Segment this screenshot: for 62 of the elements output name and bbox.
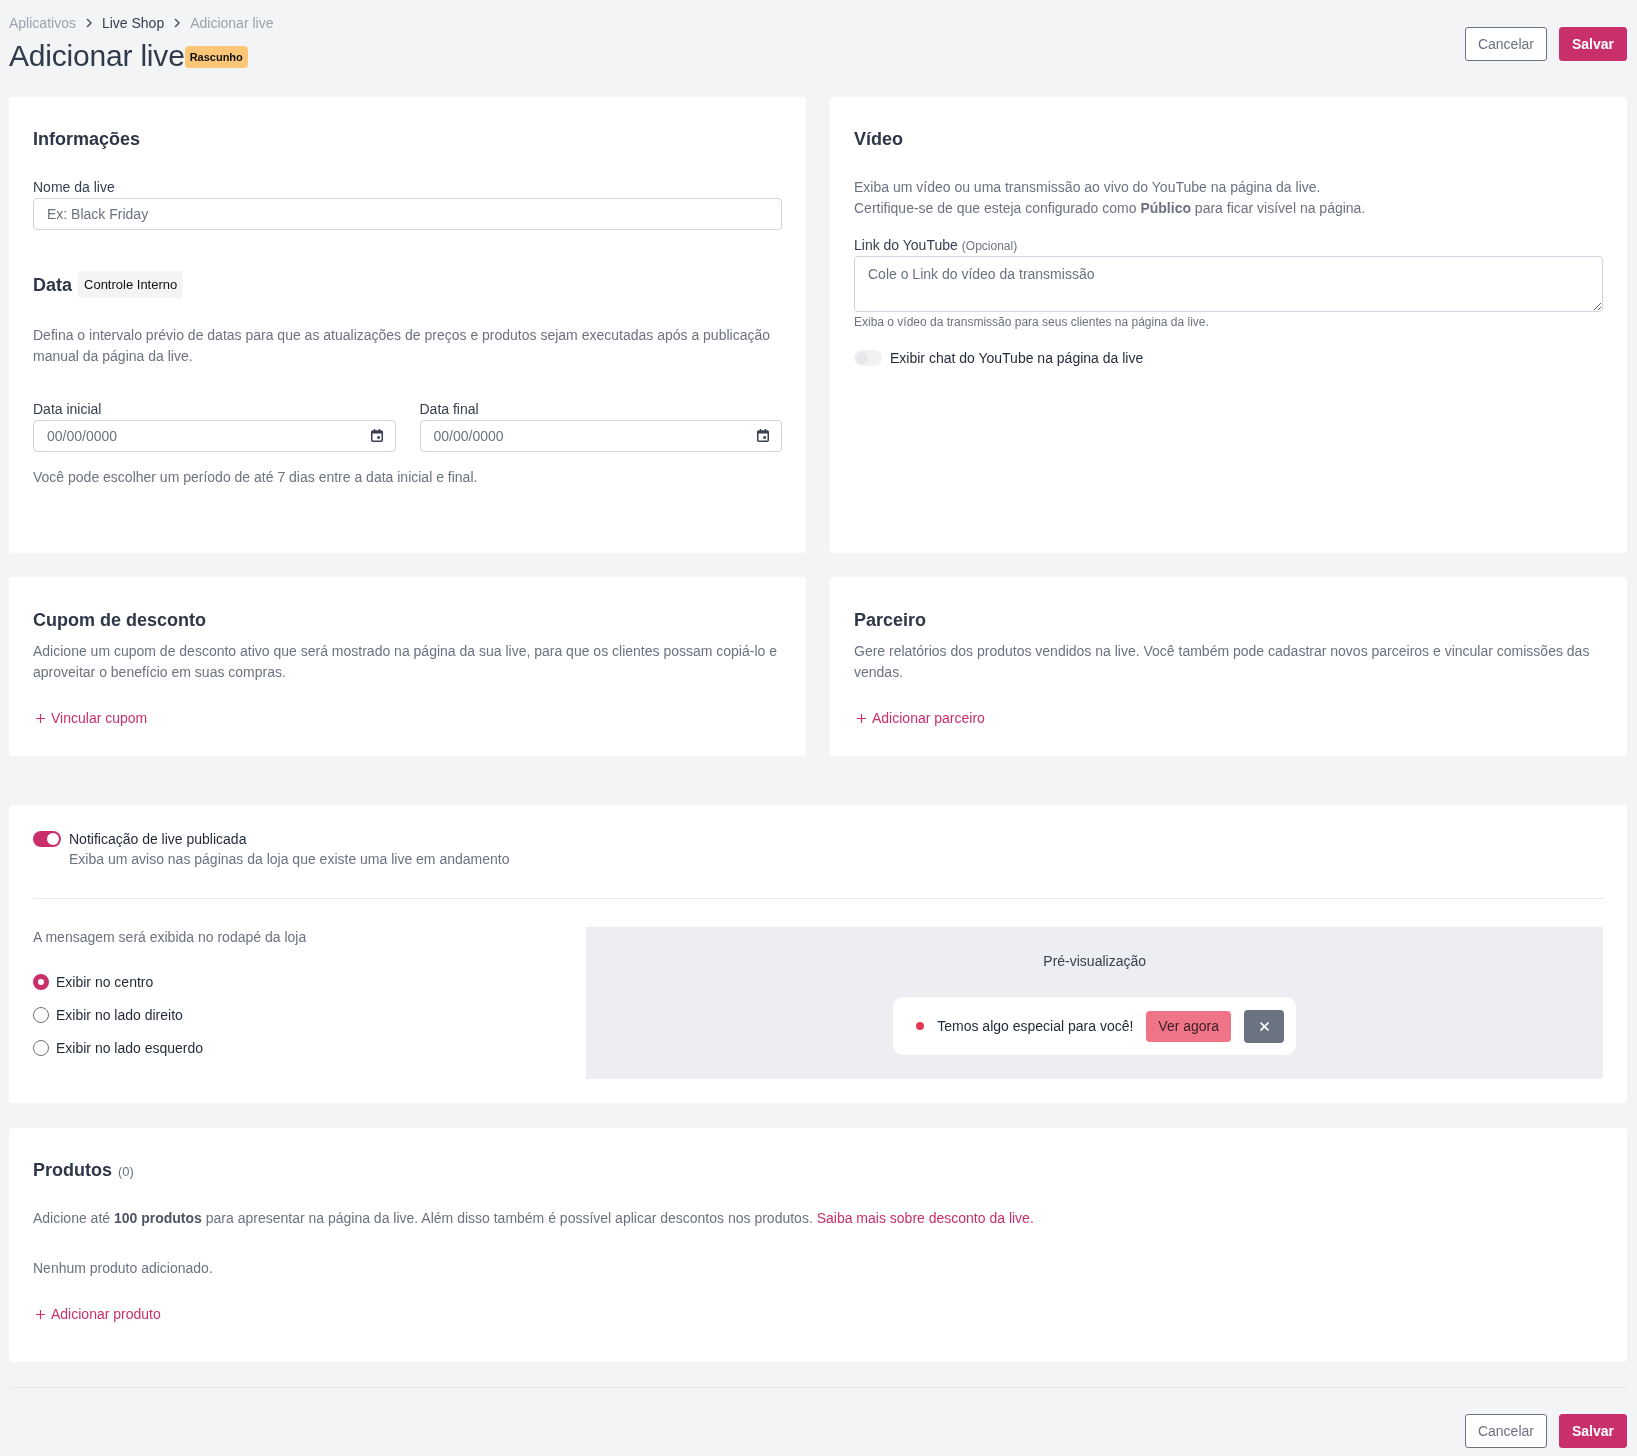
section-description: Defina o intervalo prévio de datas para que as atualizações de preços e produtos sejam executadas após a publicação manual da página da live. [33, 326, 772, 366]
plus-icon [36, 713, 45, 723]
close-button[interactable] [1244, 1009, 1285, 1043]
toggle-switch[interactable] [33, 831, 61, 847]
see-now-button[interactable]: Ver agora [1146, 1010, 1232, 1042]
empty-message: Nenhum produto adicionado. [33, 1259, 214, 1278]
breadcrumb-link[interactable]: Live Shop [101, 13, 165, 33]
date-field[interactable]: 00/00/0000 [419, 420, 782, 452]
radio-label[interactable]: Exibir no lado direito [56, 1005, 183, 1025]
coupon-link[interactable]: Vincular cupom [33, 708, 148, 728]
toggle-label: Notificação de live publicada [69, 831, 247, 847]
field-label: Link do YouTube [854, 236, 958, 255]
radio-button[interactable] [33, 1007, 49, 1023]
date-field[interactable]: 00/00/0000 [33, 420, 396, 452]
field-hint: Você pode escolher um período de até 7 dias entre a data inicial e final. [33, 468, 479, 487]
toggle-switch[interactable] [854, 350, 882, 366]
learn-more-link[interactable]: Saiba mais sobre desconto da live. [816, 1210, 1034, 1226]
field-hint: Exiba o vídeo da transmissão para seus clientes na página da live. [854, 314, 1210, 330]
toggle-description: Exiba um aviso nas páginas da loja que existe uma live em andamento [69, 850, 510, 869]
radio-label[interactable]: Exibir no centro [56, 972, 154, 992]
chevron-right-icon [84, 18, 93, 28]
banner-message: Temos algo especial para você! [937, 1018, 1134, 1034]
toggle-label: Exibir chat do YouTube na página da live [890, 349, 1144, 368]
radio-label[interactable]: Exibir no lado esquerdo [56, 1038, 204, 1058]
card-title: Vídeo [854, 128, 904, 151]
add-partner-link[interactable]: Adicionar parceiro [854, 708, 985, 728]
card-title: Informações [33, 128, 142, 151]
plus-icon [857, 713, 866, 723]
save-button[interactable]: Salvar [1558, 1414, 1627, 1448]
field-label: Nome da live [33, 178, 116, 197]
calendar-icon[interactable] [370, 429, 383, 442]
link-field[interactable]: Cole o Link do vídeo da transmissão [854, 256, 1603, 312]
card-description: Exiba um vídeo ou uma transmissão ao vivo do YouTube na página da live. [854, 178, 1322, 197]
radio-button[interactable] [33, 974, 49, 990]
preview-title: Pré-visualização [1042, 952, 1147, 971]
close-icon [1259, 1021, 1269, 1031]
card-description: Certifique-se de que esteja configurado como Público para ficar visível na página. [854, 199, 1367, 218]
status-dot-icon [916, 1022, 925, 1030]
optional-note: (Opcional) [961, 239, 1018, 253]
section-title: Data [33, 273, 72, 297]
radio-button[interactable] [33, 1040, 49, 1056]
position-label: A mensagem será exibida no rodapé da loja [33, 928, 308, 947]
status-badge: Rascunho [184, 46, 248, 68]
product-count: (0) [118, 1163, 134, 1179]
save-button[interactable]: Salvar [1558, 27, 1627, 61]
field-label: Data inicial [33, 400, 103, 419]
add-product-link[interactable]: Adicionar produto [33, 1304, 161, 1324]
calendar-icon[interactable] [757, 429, 769, 442]
plus-icon [36, 1309, 45, 1319]
card-title: Produtos [33, 1159, 112, 1182]
page-title: Adicionar live [9, 38, 185, 74]
card-description: Gere relatórios dos produtos vendidos na live. Você também pode cadastrar novos parceiros e vincular comissões das vendas. [854, 642, 1591, 682]
chevron-right-icon [173, 18, 182, 28]
field-label: Data final [419, 400, 480, 419]
cancel-button[interactable]: Cancelar [1464, 27, 1547, 61]
tag: Controle Interno [78, 271, 184, 298]
cancel-button[interactable]: Cancelar [1464, 1414, 1547, 1448]
card-description: Adicione um cupom de desconto ativo que será mostrado na página da sua live, para que os clientes possam copiá-lo e aproveitar o benefício em suas compras. [33, 642, 778, 682]
products-description: Adicione até 100 produtos para apresentar na página da live. Além disso também é possível aplicar descontos nos produtos. Saiba mais sobre desconto da live. [33, 1209, 1035, 1228]
card-title: Cupom de desconto [33, 609, 207, 632]
card-title: Parceiro [854, 609, 928, 632]
input-field[interactable]: Ex: Black Friday [33, 198, 782, 230]
